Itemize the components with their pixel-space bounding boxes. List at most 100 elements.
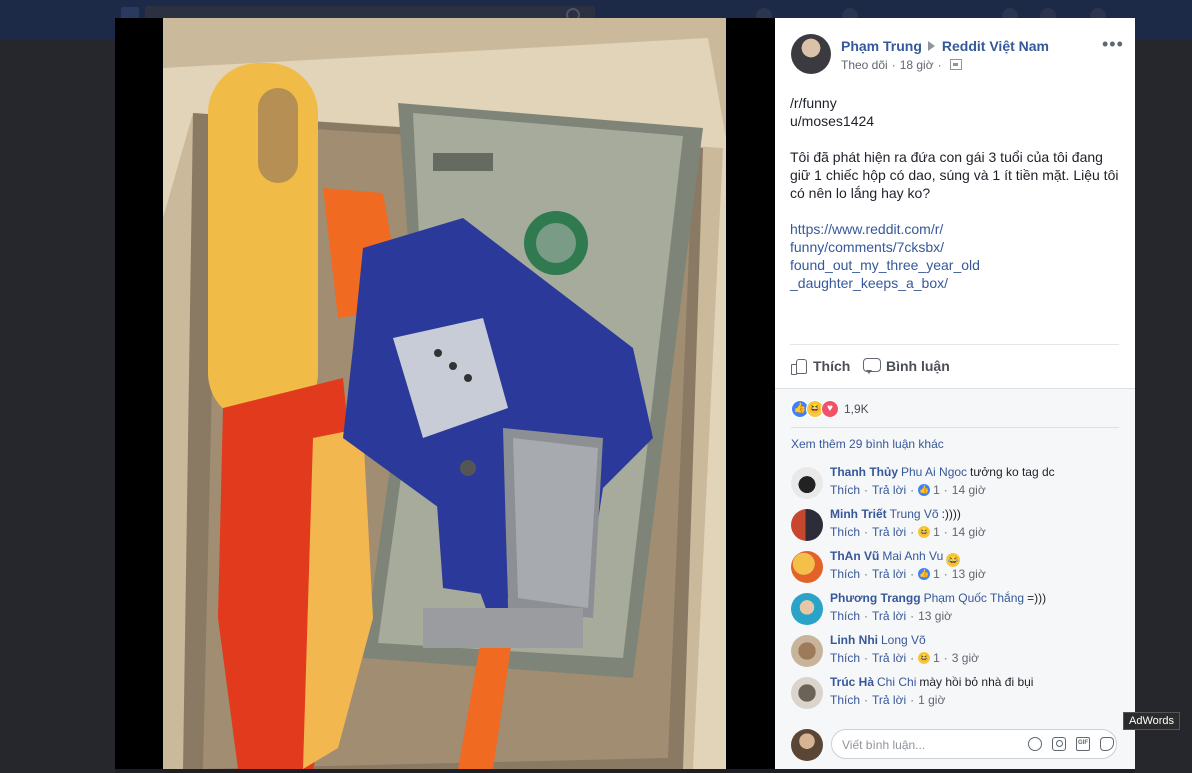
comment-item: ThAn Vũ Mai Anh Vu 😂 Thích · Trả lời · 👍 1 · 13 g… [791, 549, 1121, 589]
post-time[interactable]: 18 giờ [900, 58, 934, 72]
separator-dot: · [943, 567, 948, 581]
separator-dot: · [910, 483, 915, 497]
haha-icon: 😆 [918, 652, 931, 664]
comment-button[interactable]: Bình luận [863, 357, 950, 375]
commenter-name[interactable]: Linh Nhi [830, 633, 878, 647]
divider [791, 427, 1119, 428]
like-button[interactable]: Thích [790, 357, 850, 375]
separator-dot: · [910, 525, 915, 539]
separator-dot: · [864, 651, 869, 665]
meta-separator: · [937, 58, 942, 72]
comment-like-link[interactable]: Thích [830, 693, 860, 707]
adwords-tooltip: AdWords [1123, 712, 1181, 730]
comment-text: tưởng ko tag dc [970, 465, 1055, 479]
comment-like-link[interactable]: Thích [830, 609, 860, 623]
dimmed-background-right[interactable] [1135, 40, 1192, 773]
camera-icon[interactable] [1052, 737, 1066, 751]
commenter-name[interactable]: Minh Triết [830, 507, 887, 521]
post-action-bar: Thích Bình luận [790, 344, 1119, 389]
tagged-user[interactable]: Chi Chi [877, 675, 916, 689]
follow-link[interactable]: Theo dõi [841, 58, 888, 72]
comment-text-line: ThAn Vũ Mai Anh Vu 😂 [830, 549, 961, 567]
comment-reaction-count[interactable]: 1 [933, 483, 940, 497]
reactions-summary[interactable]: 👍 😆 ♥ 1,9K [791, 400, 869, 418]
group-name-link[interactable]: Reddit Việt Nam [942, 38, 1049, 54]
privacy-icon[interactable] [949, 59, 962, 70]
separator-dot: · [910, 609, 915, 623]
author-avatar[interactable] [791, 34, 831, 74]
comment-actions: Thích · Trả lời · 😆 1 · 3 giờ [830, 651, 979, 665]
tagged-user[interactable]: Mai Anh Vu [882, 549, 943, 563]
tagged-user[interactable]: Long Võ [881, 633, 926, 647]
comment-time[interactable]: 13 giờ [918, 609, 952, 623]
comment-text-line: Trúc Hà Chi Chi mày hồi bỏ nhà đi bụi [830, 675, 1033, 689]
post-link[interactable]: https://www.reddit.com/r/ funny/comments… [790, 220, 1125, 292]
tagged-user[interactable]: Phu Ai Ngoc [901, 465, 967, 479]
like-icon: 👍 [918, 484, 931, 496]
comment-input[interactable]: Viết bình luận... GIF [831, 729, 1117, 759]
comment-time[interactable]: 14 giờ [952, 483, 986, 497]
comment-item: Trúc Hà Chi Chi mày hồi bỏ nhà đi bụi Thíc… [791, 675, 1121, 715]
triangle-right-icon [927, 41, 935, 51]
dimmed-background-left[interactable] [0, 40, 115, 773]
reaction-count[interactable]: 1,9K [844, 402, 869, 416]
comment-text-line: Minh Triết Trung Võ:)))) [830, 507, 961, 521]
separator-dot: · [864, 693, 869, 707]
emoji-icon[interactable] [1028, 737, 1042, 751]
comment-time[interactable]: 14 giờ [952, 525, 986, 539]
comment-reaction-count[interactable]: 1 [933, 651, 940, 665]
comment-reply-link[interactable]: Trả lời [872, 609, 906, 623]
write-comment-box: Viết bình luận... GIF [791, 727, 1121, 763]
comment-time[interactable]: 1 giờ [918, 693, 945, 707]
view-more-comments-link[interactable]: Xem thêm 29 bình luận khác [791, 437, 944, 451]
comment-like-link[interactable]: Thích [830, 651, 860, 665]
comment-like-link[interactable]: Thích [830, 525, 860, 539]
separator-dot: · [864, 567, 869, 581]
comment-like-link[interactable]: Thích [830, 483, 860, 497]
commenter-name[interactable]: ThAn Vũ [830, 549, 879, 563]
comment-actions: Thích · Trả lời · 👍 1 · 13 giờ [830, 567, 986, 581]
separator-dot: · [943, 483, 948, 497]
separator-dot: · [910, 651, 915, 665]
comment-reply-link[interactable]: Trả lời [872, 567, 906, 581]
comment-like-link[interactable]: Thích [830, 567, 860, 581]
comment-item: Minh Triết Trung Võ:)))) Thích · Trả lời · 😆 1… [791, 507, 1121, 547]
sticker-icon[interactable] [1100, 737, 1114, 751]
haha-icon: 😆 [918, 526, 931, 538]
comment-bubble-icon [863, 357, 881, 375]
comment-reply-link[interactable]: Trả lời [872, 525, 906, 539]
commenter-avatar[interactable] [791, 635, 823, 667]
commenter-avatar[interactable] [791, 467, 823, 499]
tagged-user[interactable]: Phạm Quốc Thắng [924, 591, 1025, 605]
commenter-name[interactable]: Phương Trangg [830, 591, 921, 605]
comment-actions: Thích · Trả lời · 1 giờ [830, 693, 945, 707]
author-name-link[interactable]: Phạm Trung [841, 38, 922, 54]
like-button-label: Thích [813, 358, 851, 374]
comment-reply-link[interactable]: Trả lời [872, 651, 906, 665]
more-options-icon[interactable]: ••• [1102, 35, 1124, 53]
comment-reaction-count[interactable]: 1 [933, 567, 940, 581]
commenter-avatar[interactable] [791, 509, 823, 541]
love-icon: ♥ [821, 400, 839, 418]
comment-time[interactable]: 13 giờ [952, 567, 986, 581]
commenter-name[interactable]: Trúc Hà [830, 675, 874, 689]
comment-text: :)))) [941, 507, 961, 521]
separator-dot: · [864, 609, 869, 623]
commenter-avatar[interactable] [791, 593, 823, 625]
current-user-avatar[interactable] [791, 729, 823, 761]
comment-reply-link[interactable]: Trả lời [872, 483, 906, 497]
comment-text: =))) [1027, 591, 1047, 605]
separator-dot: · [864, 525, 869, 539]
comment-reaction-count[interactable]: 1 [933, 525, 940, 539]
separator-dot: · [910, 693, 915, 707]
tagged-user[interactable]: Trung Võ [890, 507, 939, 521]
post-side-panel: Phạm Trung Reddit Việt Nam Theo dõi · 18 gi… [775, 18, 1135, 769]
post-photo[interactable] [163, 18, 726, 769]
comment-reply-link[interactable]: Trả lời [872, 693, 906, 707]
comment-time[interactable]: 3 giờ [952, 651, 979, 665]
post-header: Phạm Trung Reddit Việt Nam Theo dõi · 18 gi… [791, 34, 1121, 84]
commenter-name[interactable]: Thanh Thủy [830, 465, 898, 479]
gif-icon[interactable]: GIF [1076, 737, 1090, 751]
commenter-avatar[interactable] [791, 677, 823, 709]
commenter-avatar[interactable] [791, 551, 823, 583]
